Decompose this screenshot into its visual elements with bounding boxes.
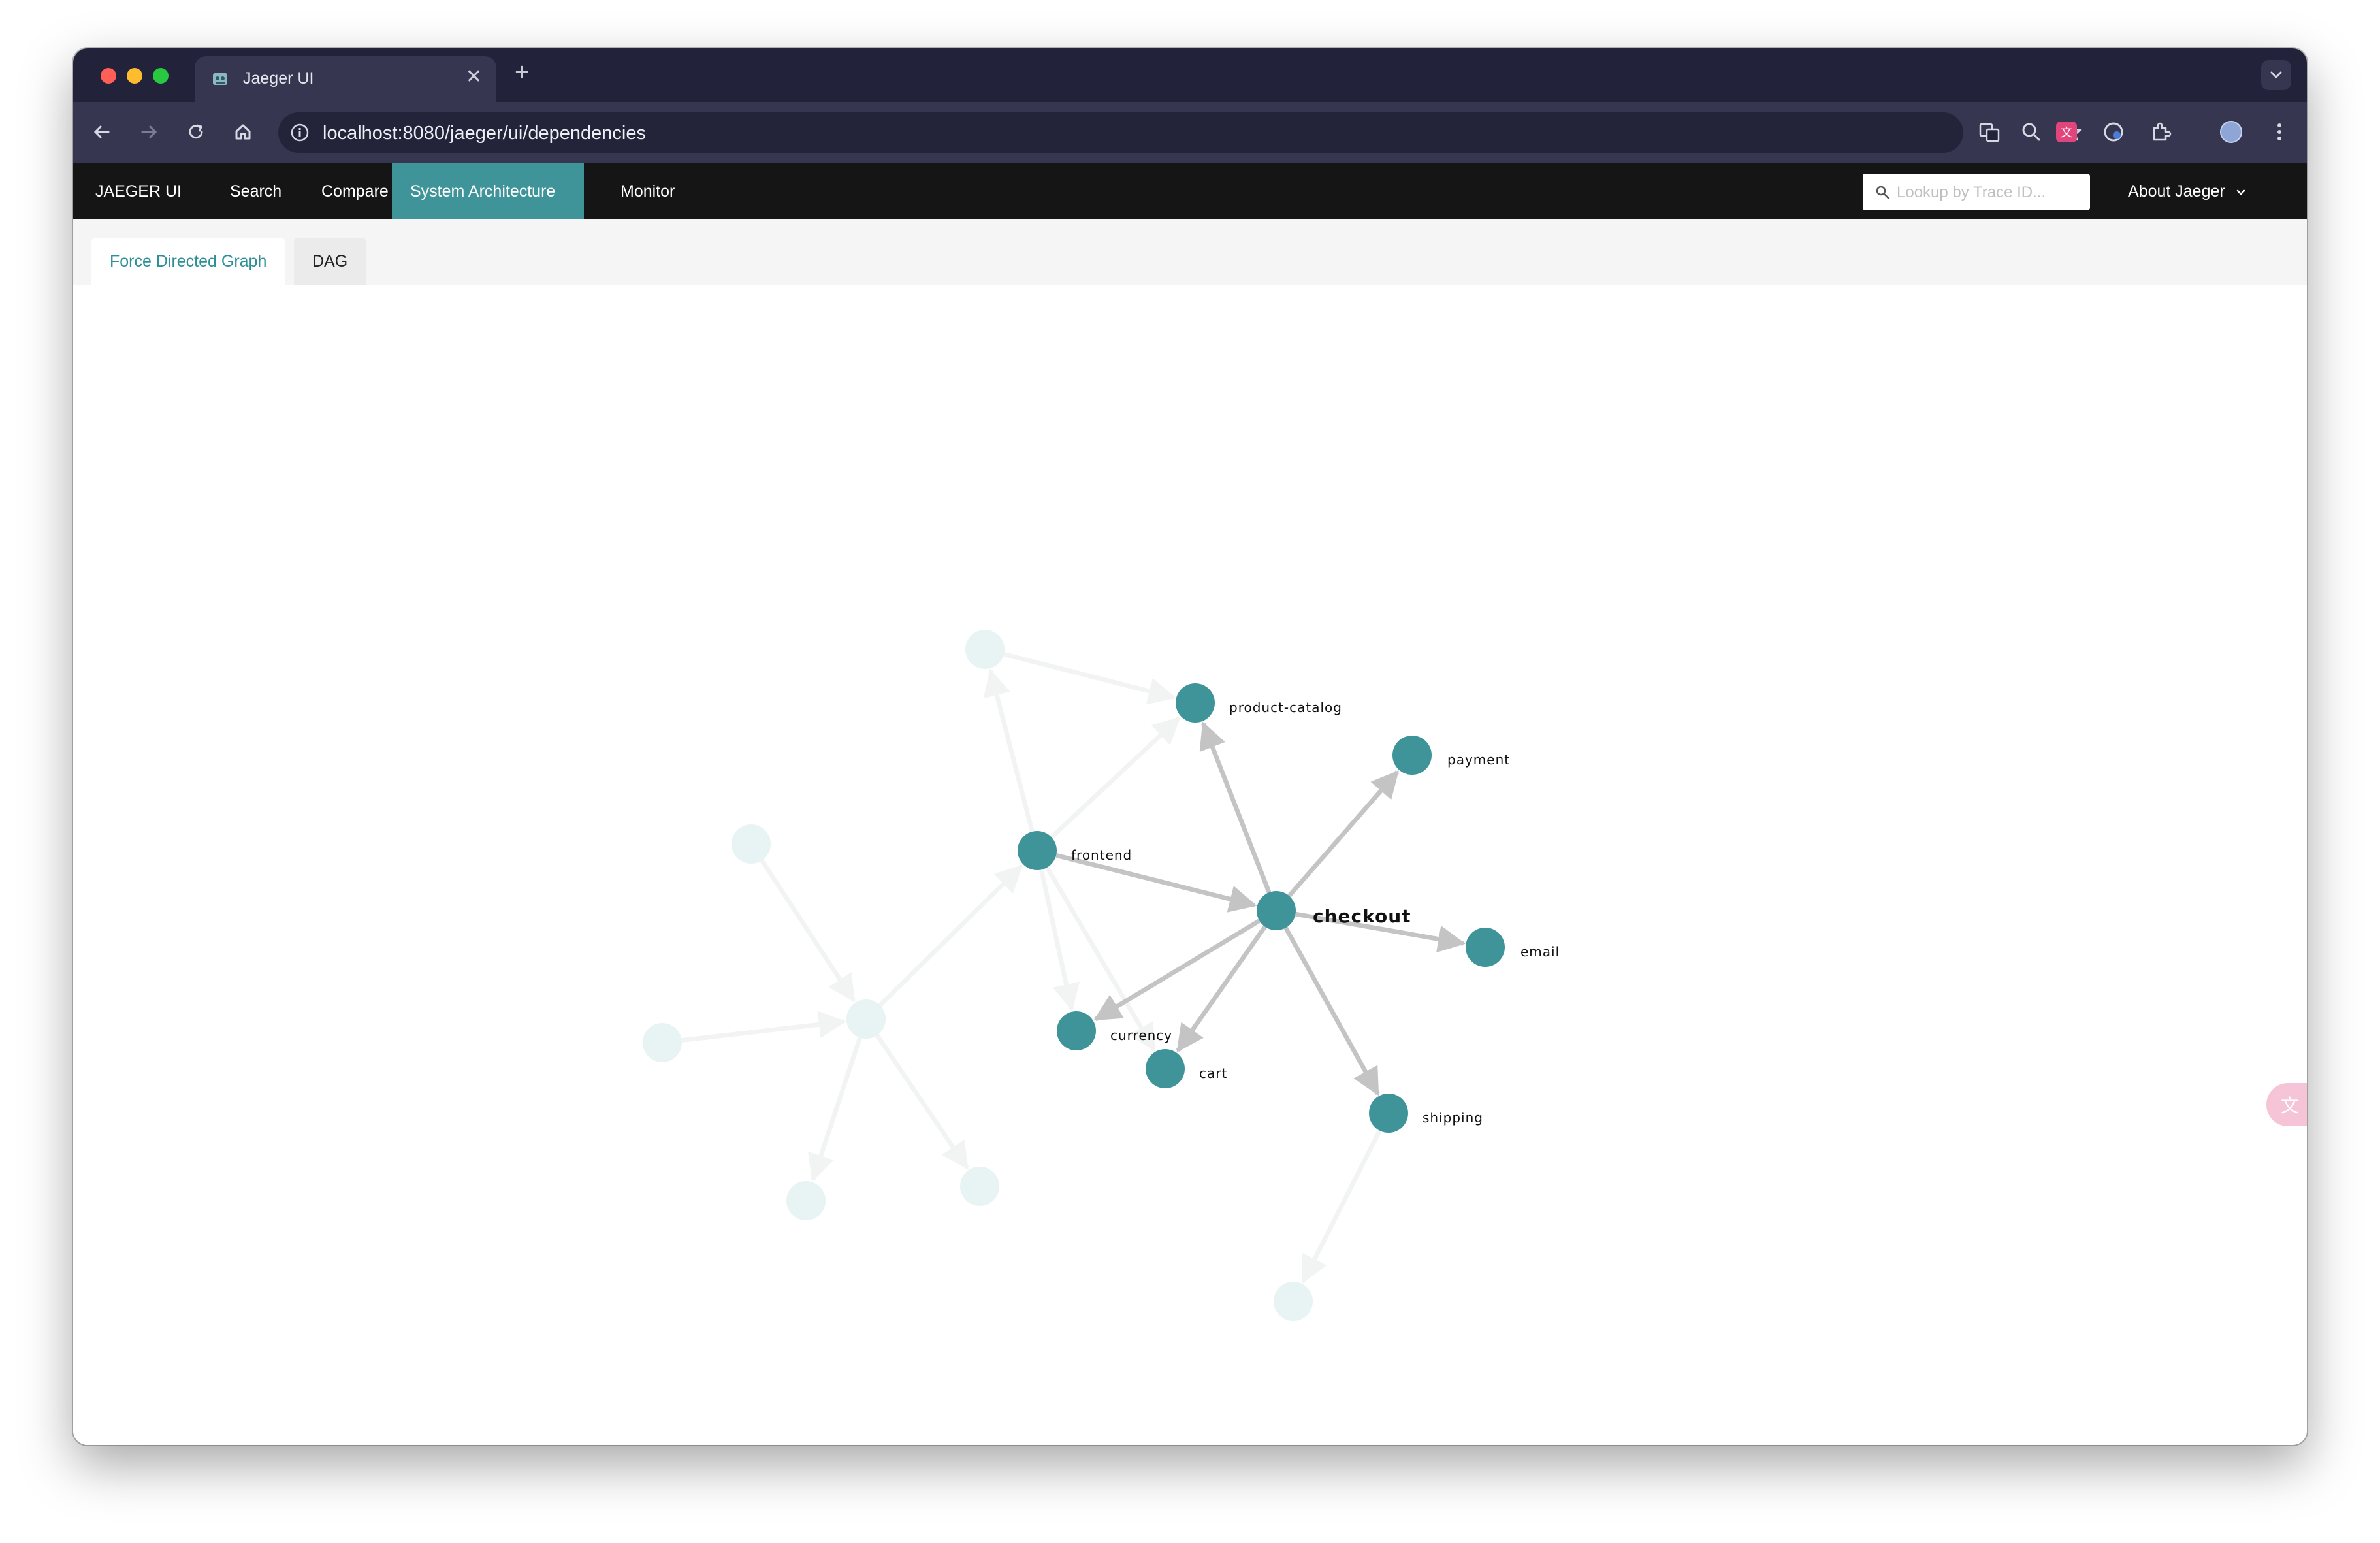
jaeger-top-nav: JAEGER UI Search Compare System Architec… (73, 163, 2307, 219)
extension-globe-icon[interactable] (2100, 119, 2127, 145)
tab-force-directed-graph[interactable]: Force Directed Graph (91, 238, 285, 285)
faded-edges (681, 652, 1382, 1284)
jaeger-favicon-icon (213, 73, 227, 85)
about-jaeger-label: About Jaeger (2128, 182, 2225, 201)
edge-shipping-to-f7 (1301, 1129, 1382, 1284)
site-info-icon[interactable] (289, 122, 311, 144)
tab-search-button[interactable] (2261, 60, 2291, 90)
nav-system-architecture[interactable]: System Architecture (392, 163, 584, 219)
extensions-puzzle-icon[interactable] (2147, 119, 2174, 145)
node-cart[interactable]: cart (1146, 1049, 1227, 1088)
browser-menu-icon[interactable] (2266, 119, 2292, 145)
nav-monitor[interactable]: Monitor (602, 163, 693, 219)
node-f5[interactable] (786, 1181, 826, 1220)
node-label-checkout: checkout (1313, 905, 1411, 927)
search-icon (1876, 186, 1890, 199)
edge-checkout-to-product-catalog (1199, 721, 1272, 894)
node-label-shipping: shipping (1423, 1110, 1483, 1126)
node-label-payment: payment (1447, 752, 1510, 768)
url-text: localhost:8080/jaeger/ui/dependencies (323, 123, 646, 144)
node-f6[interactable] (960, 1167, 999, 1206)
close-tab-icon[interactable]: ✕ (466, 65, 482, 88)
back-arrow-icon[interactable] (89, 119, 115, 145)
node-f4[interactable] (846, 999, 886, 1039)
translate-extension-icon[interactable]: 文 (2053, 119, 2080, 145)
force-directed-graph[interactable]: checkout product-catalog payment frontend em… (73, 285, 2307, 1445)
edge-f4-to-f5 (807, 1037, 862, 1182)
svg-text:文: 文 (2061, 126, 2072, 140)
node-frontend[interactable]: frontend (1018, 831, 1132, 870)
node-checkout[interactable]: checkout (1257, 891, 1411, 930)
jaeger-brand-link[interactable]: JAEGER UI (77, 163, 200, 219)
floating-translate-button[interactable]: 文 (2266, 1083, 2307, 1126)
browser-tab[interactable]: Jaeger UI ✕ (195, 56, 496, 102)
edge-f1-to-product-catalog (1003, 652, 1176, 705)
translate-page-icon[interactable] (1976, 119, 2002, 145)
zoom-icon[interactable] (2018, 119, 2044, 145)
tab-title: Jaeger UI (243, 69, 314, 88)
faded-nodes (643, 630, 1313, 1321)
address-bar[interactable]: localhost:8080/jaeger/ui/dependencies (278, 112, 2082, 153)
node-payment[interactable]: payment (1392, 736, 1510, 775)
node-label-product-catalog: product-catalog (1229, 700, 1342, 715)
edge-f4-to-frontend (878, 864, 1023, 1007)
close-window-button[interactable] (101, 68, 116, 84)
browser-tab-strip: Jaeger UI ✕ + (73, 48, 2307, 102)
svg-text:文: 文 (2281, 1095, 2299, 1116)
translate-icon: 文 (2281, 1095, 2299, 1116)
node-email[interactable]: email (1466, 928, 1560, 967)
node-label-email: email (1520, 944, 1560, 960)
node-label-currency: currency (1110, 1028, 1172, 1043)
edge-f4-to-f6 (875, 1033, 969, 1170)
chevron-down-icon (2236, 190, 2245, 196)
service-nodes: checkout product-catalog payment frontend em… (1018, 683, 1560, 1133)
edge-f2-to-f4 (760, 859, 856, 1003)
chevron-down-icon (2270, 71, 2282, 79)
browser-toolbar: localhost:8080/jaeger/ui/dependencies 文 (73, 102, 2307, 163)
dependency-view-tabs: Force Directed Graph DAG (73, 219, 2307, 285)
home-icon[interactable] (230, 119, 256, 145)
new-tab-button[interactable]: + (515, 59, 529, 87)
profile-avatar-icon[interactable] (2218, 119, 2244, 145)
node-f7[interactable] (1274, 1282, 1313, 1321)
edge-checkout-to-payment (1287, 770, 1400, 898)
node-currency[interactable]: currency (1057, 1011, 1172, 1050)
nav-compare[interactable]: Compare (303, 163, 407, 219)
maximize-window-button[interactable] (153, 68, 169, 84)
node-f1[interactable] (965, 630, 1005, 669)
forward-arrow-icon[interactable] (136, 119, 162, 145)
trace-id-lookup[interactable] (1863, 174, 2090, 210)
node-label-cart: cart (1199, 1065, 1227, 1081)
edge-f3-to-f4 (681, 1011, 846, 1043)
node-product-catalog[interactable]: product-catalog (1176, 683, 1342, 723)
edge-frontend-to-product-catalog (1050, 716, 1181, 839)
minimize-window-button[interactable] (127, 68, 142, 84)
node-f3[interactable] (643, 1023, 682, 1062)
reload-icon[interactable] (183, 119, 209, 145)
edge-frontend-to-currency (1038, 869, 1080, 1012)
edge-frontend-to-f1 (983, 668, 1035, 832)
browser-window: Jaeger UI ✕ + localhost:8080/jaeger/ui/d… (73, 48, 2307, 1445)
nav-search[interactable]: Search (212, 163, 300, 219)
edge-checkout-to-shipping (1283, 926, 1380, 1096)
about-jaeger-menu[interactable]: About Jaeger (2128, 163, 2248, 219)
trace-id-input[interactable] (1895, 180, 2081, 205)
node-f2[interactable] (732, 824, 771, 864)
tab-dag[interactable]: DAG (294, 238, 366, 285)
dependency-graph-canvas[interactable]: checkout product-catalog payment frontend em… (73, 285, 2307, 1445)
node-shipping[interactable]: shipping (1369, 1094, 1483, 1133)
node-label-frontend: frontend (1071, 847, 1132, 863)
